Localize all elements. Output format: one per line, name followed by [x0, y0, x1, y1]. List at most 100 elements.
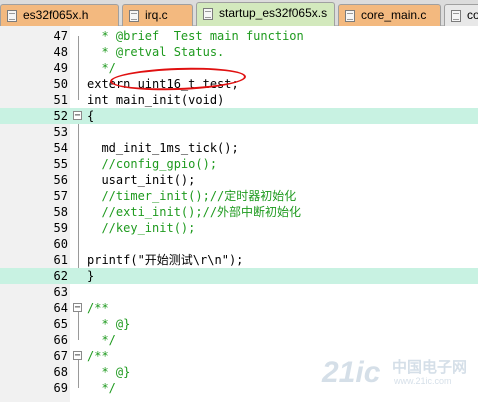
file-tab-bar: es32f065x.h irq.c startup_es32f065x.s core_… — [0, 0, 478, 26]
code-line[interactable]: 48 * @retval Status. — [0, 44, 478, 60]
code-token: usart_init(); — [87, 173, 196, 187]
file-icon — [451, 10, 461, 22]
code-text: /** — [87, 348, 109, 364]
code-line[interactable]: 55 //config_gpio(); — [0, 156, 478, 172]
code-token: /** — [87, 301, 109, 315]
code-token: //key_init(); — [87, 221, 196, 235]
code-token: main_init( — [115, 93, 189, 107]
code-token: ); — [228, 253, 244, 267]
line-number: 49 — [53, 61, 68, 75]
code-token: */ — [87, 333, 116, 347]
code-text: //config_gpio(); — [87, 156, 217, 172]
code-token: md_init_1ms_tick(); — [87, 141, 239, 155]
line-number: 56 — [53, 173, 68, 187]
line-number: 48 — [53, 45, 68, 59]
line-number: 61 — [53, 253, 68, 267]
line-number: 59 — [53, 221, 68, 235]
code-token: /** — [87, 349, 109, 363]
code-text: int main_init(void) — [87, 92, 224, 108]
code-text: * @retval Status. — [87, 44, 224, 60]
line-number: 64 — [53, 301, 68, 315]
tab-label: core_main.c — [361, 8, 427, 22]
code-token: */ — [87, 381, 116, 395]
code-text: * @} — [87, 364, 130, 380]
line-number: 66 — [53, 333, 68, 347]
file-icon — [345, 10, 355, 22]
code-text: md_init_1ms_tick(); — [87, 140, 239, 156]
code-line[interactable]: 58 //exti_init();//外部中断初始化 — [0, 204, 478, 220]
code-text: /** — [87, 300, 109, 316]
line-number: 51 — [53, 93, 68, 107]
code-text: printf("开始测试\r\n"); — [87, 252, 243, 268]
code-text: */ — [87, 332, 116, 348]
code-text: //key_init(); — [87, 220, 195, 236]
code-text: * @brief Test main function — [87, 28, 304, 44]
code-line[interactable]: 64−/** — [0, 300, 478, 316]
code-text: { — [87, 108, 94, 124]
code-text: usart_init(); — [87, 172, 195, 188]
code-text: * @} — [87, 316, 130, 332]
tab-2[interactable]: irq.c — [122, 4, 193, 26]
tab-label: irq.c — [145, 8, 168, 22]
code-token: printf( — [87, 253, 138, 267]
code-token: * @} — [87, 317, 131, 331]
code-line[interactable]: 52−{ — [0, 108, 478, 124]
code-line[interactable]: 66 */ — [0, 332, 478, 348]
code-text: //exti_init();//外部中断初始化 — [87, 204, 301, 220]
tab-label: co — [467, 8, 478, 22]
tab-4[interactable]: core_main.c — [338, 4, 441, 26]
watermark-brand: 21ic — [322, 356, 381, 389]
line-number: 47 — [53, 29, 68, 43]
code-token: * @brief Test main function — [87, 29, 304, 43]
code-line[interactable]: 53 — [0, 124, 478, 140]
fold-collapse-icon[interactable]: − — [73, 303, 82, 313]
code-line[interactable]: 51 int main_init(void) — [0, 92, 478, 108]
code-token: //exti_init();//外部中断初始化 — [87, 205, 302, 219]
line-number: 58 — [53, 205, 68, 219]
line-number: 63 — [53, 285, 68, 299]
code-line[interactable]: 65 * @} — [0, 316, 478, 332]
code-line[interactable]: 60 — [0, 236, 478, 252]
tab-5[interactable]: co — [444, 4, 478, 26]
line-number: 69 — [53, 381, 68, 395]
code-text: */ — [87, 60, 116, 76]
tab-3[interactable]: startup_es32f065x.s — [196, 2, 335, 26]
line-number: 52 — [53, 109, 68, 123]
code-line[interactable]: 56 usart_init(); — [0, 172, 478, 188]
fold-collapse-icon[interactable]: − — [73, 351, 82, 361]
watermark-cn-text: 中国电子网 — [392, 358, 468, 376]
line-number: 62 — [53, 269, 68, 283]
code-token: */ — [87, 61, 116, 75]
tab-label: startup_es32f065x.s — [219, 6, 328, 20]
tab-label: es32f065x.h — [23, 8, 89, 22]
code-token: int — [87, 93, 116, 107]
code-line[interactable]: 61 printf("开始测试\r\n"); — [0, 252, 478, 268]
watermark-logo: 21ic 中国电子网 www.21ic.com — [322, 350, 472, 396]
code-token: { — [87, 109, 95, 123]
file-icon — [129, 10, 139, 22]
file-icon — [203, 8, 213, 20]
code-line[interactable]: 47 * @brief Test main function — [0, 28, 478, 44]
tab-1[interactable]: es32f065x.h — [0, 4, 119, 26]
line-number: 67 — [53, 349, 68, 363]
code-token: //config_gpio(); — [87, 157, 218, 171]
code-line[interactable]: 57 //timer_init();//定时器初始化 — [0, 188, 478, 204]
code-token: * @retval Status. — [87, 45, 225, 59]
line-number: 57 — [53, 189, 68, 203]
line-number: 54 — [53, 141, 68, 155]
line-number: 50 — [53, 77, 68, 91]
code-token: "开始测试\r\n" — [137, 253, 229, 267]
code-editor[interactable]: 47 * @brief Test main function 48 * @retv… — [0, 26, 478, 402]
code-line[interactable]: 54 md_init_1ms_tick(); — [0, 140, 478, 156]
file-icon — [7, 10, 17, 22]
watermark-url: www.21ic.com — [394, 376, 452, 386]
code-line[interactable]: 63 — [0, 284, 478, 300]
fold-collapse-icon[interactable]: − — [73, 111, 82, 121]
code-line[interactable]: 62} — [0, 268, 478, 284]
line-number: 60 — [53, 237, 68, 251]
code-text: */ — [87, 380, 116, 396]
line-number: 65 — [53, 317, 68, 331]
code-line[interactable]: 59 //key_init(); — [0, 220, 478, 236]
line-number: 53 — [53, 125, 68, 139]
code-text: //timer_init();//定时器初始化 — [87, 188, 296, 204]
